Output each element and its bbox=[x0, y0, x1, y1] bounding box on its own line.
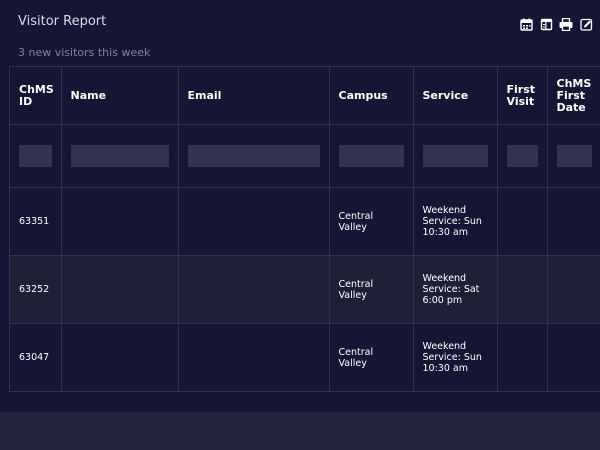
column-header-chms-id[interactable]: ChMS ID bbox=[10, 67, 62, 125]
visitor-count-subtitle: 3 new visitors this week bbox=[18, 46, 151, 59]
cell-campus: Central Valley bbox=[329, 255, 414, 324]
calendar-icon[interactable] bbox=[518, 16, 534, 32]
filter-row bbox=[10, 124, 600, 188]
cell-chms-id: 63252 bbox=[10, 255, 62, 324]
cell-chms-id: 63351 bbox=[10, 187, 62, 256]
table-row[interactable]: 63252 Central Valley Weekend Service: Sa… bbox=[10, 255, 600, 324]
print-icon[interactable] bbox=[558, 16, 574, 32]
header-row: ChMS ID Name Email Campus Service First … bbox=[10, 67, 600, 125]
page-title: Visitor Report bbox=[18, 14, 107, 29]
cell-chms-first-date bbox=[547, 323, 600, 391]
visitor-table: ChMS ID Name Email Campus Service First … bbox=[10, 67, 600, 391]
cell-first-visit bbox=[497, 255, 548, 324]
cell-name bbox=[61, 323, 179, 391]
cell-chms-first-date bbox=[547, 255, 600, 324]
report-panel: Visitor Report 3 new visitors this week bbox=[0, 0, 600, 412]
table-row[interactable]: 63047 Central Valley Weekend Service: Su… bbox=[10, 323, 600, 391]
filter-input-chms-first-date[interactable] bbox=[556, 145, 592, 167]
column-header-chms-first-date[interactable]: ChMS First Date bbox=[547, 67, 600, 125]
filter-input-chms-id[interactable] bbox=[19, 145, 52, 167]
edit-icon[interactable] bbox=[578, 16, 594, 32]
cell-name bbox=[61, 255, 179, 324]
cell-service: Weekend Service: Sun 10:30 am bbox=[413, 323, 498, 391]
cell-service: Weekend Service: Sat 6:00 pm bbox=[413, 255, 498, 324]
column-header-campus[interactable]: Campus bbox=[329, 67, 414, 125]
column-header-service[interactable]: Service bbox=[413, 67, 498, 125]
visitor-table-container[interactable]: ChMS ID Name Email Campus Service First … bbox=[9, 66, 600, 392]
cell-chms-first-date bbox=[547, 187, 600, 256]
cell-first-visit bbox=[497, 187, 548, 256]
cell-campus: Central Valley bbox=[329, 323, 414, 391]
filter-input-name[interactable] bbox=[70, 145, 169, 167]
cell-email bbox=[178, 323, 330, 391]
columns-icon[interactable] bbox=[538, 16, 554, 32]
footer-area bbox=[0, 412, 600, 450]
filter-input-service[interactable] bbox=[422, 145, 488, 167]
filter-input-campus[interactable] bbox=[338, 145, 404, 167]
cell-campus: Central Valley bbox=[329, 187, 414, 256]
cell-email bbox=[178, 187, 330, 256]
column-header-email[interactable]: Email bbox=[178, 67, 330, 125]
toolbar bbox=[518, 16, 594, 32]
cell-service: Weekend Service: Sun 10:30 am bbox=[413, 187, 498, 256]
cell-name bbox=[61, 187, 179, 256]
column-header-first-visit[interactable]: First Visit bbox=[497, 67, 548, 125]
column-header-name[interactable]: Name bbox=[61, 67, 179, 125]
table-row[interactable]: 63351 Central Valley Weekend Service: Su… bbox=[10, 187, 600, 256]
cell-first-visit bbox=[497, 323, 548, 391]
cell-chms-id: 63047 bbox=[10, 323, 62, 391]
filter-input-first-visit[interactable] bbox=[506, 145, 538, 167]
filter-input-email[interactable] bbox=[187, 145, 320, 167]
cell-email bbox=[178, 255, 330, 324]
